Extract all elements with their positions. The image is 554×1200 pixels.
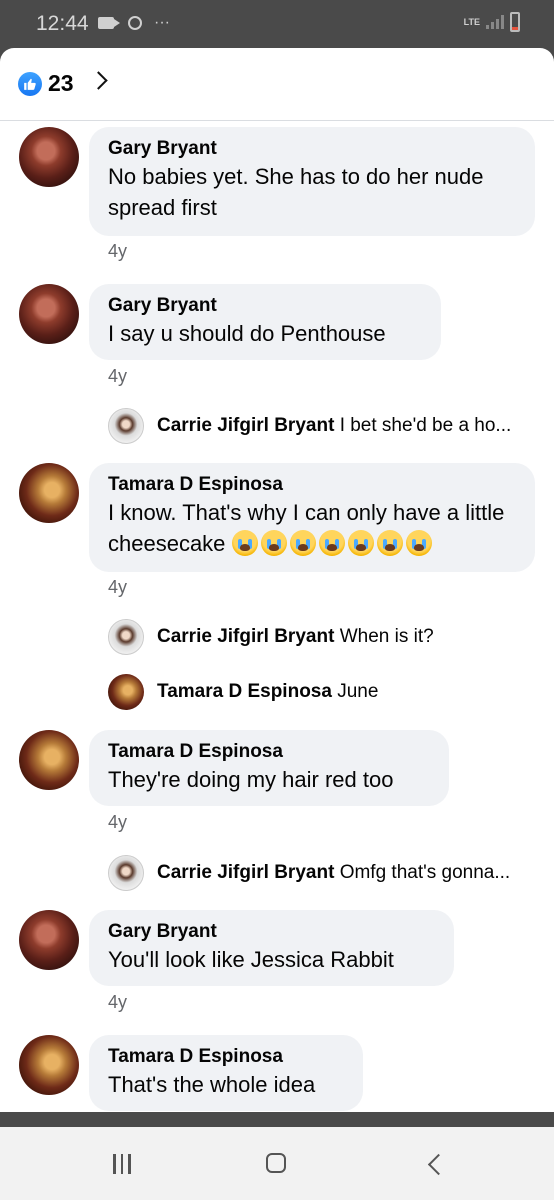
- reply-preview[interactable]: Carrie Jifgirl Bryant When is it?: [157, 626, 434, 648]
- comment-author[interactable]: Gary Bryant: [108, 294, 422, 318]
- reply-preview[interactable]: Carrie Jifgirl Bryant Omfg that's gonna.…: [157, 862, 510, 884]
- comment-timestamp: 4y: [108, 812, 128, 832]
- reply-text: When is it?: [339, 626, 434, 647]
- reply-author[interactable]: Carrie Jifgirl Bryant: [157, 626, 334, 647]
- comment-timestamp: 4y: [108, 577, 128, 597]
- recent-apps-icon[interactable]: [113, 1154, 131, 1174]
- comment-bubble[interactable]: Tamara D Espinosa That's the whole idea: [89, 1035, 363, 1111]
- avatar[interactable]: [19, 284, 79, 344]
- loudly-crying-face-icon: [405, 530, 432, 556]
- reaction-count: 23: [48, 70, 74, 96]
- avatar[interactable]: [19, 463, 79, 523]
- loudly-crying-face-icon: [347, 530, 374, 556]
- video-camera-icon: [98, 17, 120, 29]
- loudly-crying-face-icon: [289, 530, 316, 556]
- comment-bubble[interactable]: Gary Bryant You'll look like Jessica Rab…: [89, 910, 454, 986]
- loudly-crying-face-icon: [376, 530, 403, 556]
- comment-text: No babies yet. She has to do her nude sp…: [108, 164, 484, 220]
- chevron-right-icon[interactable]: [89, 71, 108, 90]
- reply-text: Omfg that's gonna...: [339, 862, 511, 883]
- comment-author[interactable]: Tamara D Espinosa: [108, 1045, 344, 1069]
- comment-timestamp: 4y: [108, 366, 128, 386]
- reply-author[interactable]: Carrie Jifgirl Bryant: [157, 862, 334, 883]
- avatar[interactable]: [108, 674, 144, 710]
- reply-author[interactable]: Carrie Jifgirl Bryant: [157, 415, 334, 436]
- battery-icon: [510, 12, 520, 32]
- home-icon[interactable]: [266, 1153, 286, 1173]
- loudly-crying-face-icon: [318, 530, 345, 556]
- avatar[interactable]: [108, 619, 144, 655]
- avatar[interactable]: [108, 855, 144, 891]
- comment-bubble[interactable]: Tamara D Espinosa I know. That's why I c…: [89, 463, 535, 572]
- comments-sheet: 23 Gary Bryant No babies yet. She has to…: [0, 48, 554, 1112]
- comment-timestamp: 4y: [108, 992, 128, 1012]
- overflow-dots: ···: [154, 14, 170, 31]
- comment-text: I say u should do Penthouse: [108, 321, 386, 346]
- loudly-crying-face-icon: [231, 530, 258, 556]
- loudly-crying-face-icon: [260, 530, 287, 556]
- comment-author[interactable]: Gary Bryant: [108, 137, 516, 161]
- reply-text: I bet she'd be a ho...: [339, 415, 512, 436]
- network-type: LTE: [463, 16, 480, 27]
- reply-text: June: [337, 681, 379, 702]
- comment-timestamp: 4y: [108, 241, 128, 261]
- avatar[interactable]: [19, 1035, 79, 1095]
- reactions-bar[interactable]: 23: [0, 48, 554, 121]
- reply-preview[interactable]: Tamara D Espinosa June: [157, 681, 378, 703]
- status-bar: 12:44 ··· LTE: [0, 0, 554, 48]
- avatar[interactable]: [19, 910, 79, 970]
- comment-text: You'll look like Jessica Rabbit: [108, 947, 394, 972]
- comment-bubble[interactable]: Gary Bryant I say u should do Penthouse: [89, 284, 441, 360]
- reply-preview[interactable]: Carrie Jifgirl Bryant I bet she'd be a h…: [157, 415, 511, 437]
- comment-author[interactable]: Gary Bryant: [108, 920, 435, 944]
- comment-author[interactable]: Tamara D Espinosa: [108, 473, 516, 497]
- sync-icon: [128, 16, 142, 30]
- comment-bubble[interactable]: Gary Bryant No babies yet. She has to do…: [89, 127, 535, 236]
- status-time: 12:44: [36, 12, 89, 35]
- comment-bubble[interactable]: Tamara D Espinosa They're doing my hair …: [89, 730, 449, 806]
- comment-author[interactable]: Tamara D Espinosa: [108, 740, 430, 764]
- avatar[interactable]: [19, 127, 79, 187]
- like-icon: [18, 72, 42, 96]
- system-nav-bar: [0, 1127, 554, 1200]
- avatar[interactable]: [19, 730, 79, 790]
- avatar[interactable]: [108, 408, 144, 444]
- comment-text: That's the whole idea: [108, 1072, 316, 1097]
- reply-author[interactable]: Tamara D Espinosa: [157, 681, 332, 702]
- back-icon[interactable]: [427, 1153, 450, 1176]
- signal-icon: [486, 15, 504, 29]
- comment-text: They're doing my hair red too: [108, 767, 394, 792]
- comment-text: I know. That's why I can only have a lit…: [108, 500, 505, 556]
